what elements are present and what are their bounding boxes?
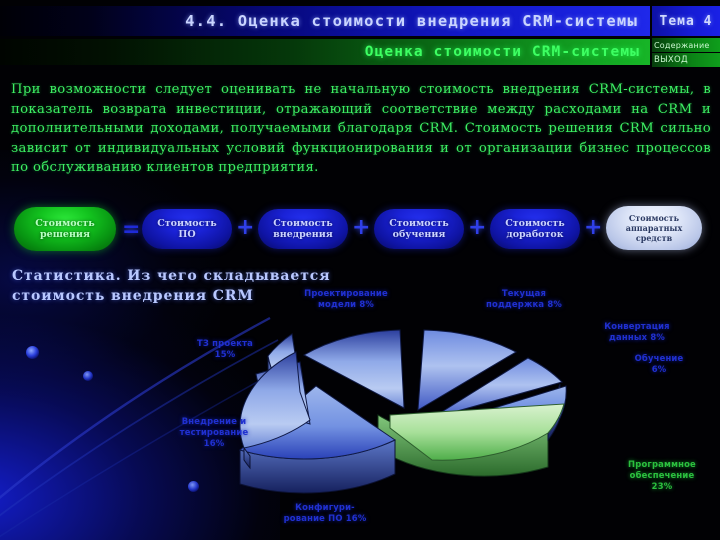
formula-term-line1: Стоимость	[273, 217, 333, 229]
formula-plus-sign: +	[468, 215, 487, 240]
section-title-bar: 4.4. Оценка стоимости внедрения CRM-сист…	[0, 6, 650, 36]
pie-label-software: Программное обеспечение 23%	[628, 459, 696, 491]
formula-term-line2: внедрения	[273, 229, 333, 240]
formula-term-line1: Стоимость	[157, 217, 217, 229]
formula-result-line1: Стоимость	[35, 217, 95, 229]
formula-term-line2: ПО	[178, 229, 196, 240]
statistics-heading-line1: Статистика. Из чего складывается	[12, 268, 331, 284]
formula-plus-sign: +	[352, 215, 371, 240]
cost-breakdown-pie-chart: Проектирование модели 8% Текущая поддерж…	[0, 288, 720, 540]
exit-button-label: ВЫХОД	[654, 55, 688, 65]
pie-label-implementation: Внедрение и тестирование 16%	[179, 416, 249, 448]
contents-button[interactable]: Содержание	[652, 38, 720, 52]
cost-formula-row: Стоимость решения = Стоимость ПО + Стоим…	[8, 203, 714, 255]
formula-term-line2: доработок	[506, 229, 564, 240]
slide-subtitle-text: Оценка стоимости CRM-системы	[364, 44, 640, 60]
formula-term-pill: Стоимость доработок	[490, 209, 580, 249]
pie-label-design: Проектирование модели 8%	[304, 288, 388, 309]
formula-term-line1: Стоимость	[628, 213, 680, 223]
formula-plus-sign: +	[584, 215, 603, 240]
formula-term-pill: Стоимость ПО	[142, 209, 232, 249]
formula-term-line2: аппаратных	[625, 223, 683, 233]
body-paragraph: При возможности следует оценивать не нач…	[11, 82, 711, 175]
formula-term-line2: обучения	[392, 229, 446, 240]
pie-label-training: Обучение 6%	[634, 353, 684, 374]
slide-subtitle-bar: Оценка стоимости CRM-системы	[0, 39, 650, 65]
formula-term-pill-hardware: Стоимость аппаратных средств	[606, 206, 702, 250]
theme-indicator: Тема 4	[652, 6, 720, 36]
pie-label-support: Текущая поддержка 8%	[486, 288, 562, 309]
formula-term-line3: средств	[635, 233, 673, 243]
theme-indicator-label: Тема 4	[659, 13, 713, 29]
formula-term-pill: Стоимость обучения	[374, 209, 464, 249]
slide-canvas: 4.4. Оценка стоимости внедрения CRM-сист…	[0, 0, 720, 540]
formula-term-line1: Стоимость	[389, 217, 449, 229]
pie-label-config: Конфигури- рование ПО 16%	[283, 502, 367, 523]
contents-button-label: Содержание	[654, 40, 710, 50]
formula-result-line2: решения	[40, 229, 90, 240]
formula-term-line1: Стоимость	[505, 217, 565, 229]
pie-label-conversion: Конвертация данных 8%	[604, 321, 670, 342]
formula-term-pill: Стоимость внедрения	[258, 209, 348, 249]
exit-button[interactable]: ВЫХОД	[652, 53, 720, 67]
formula-equals-sign: =	[122, 217, 141, 242]
section-title-text: 4.4. Оценка стоимости внедрения CRM-сист…	[185, 12, 638, 30]
pie-label-spec: ТЗ проекта 15%	[197, 338, 253, 359]
formula-result-pill: Стоимость решения	[14, 207, 116, 251]
formula-plus-sign: +	[236, 215, 255, 240]
